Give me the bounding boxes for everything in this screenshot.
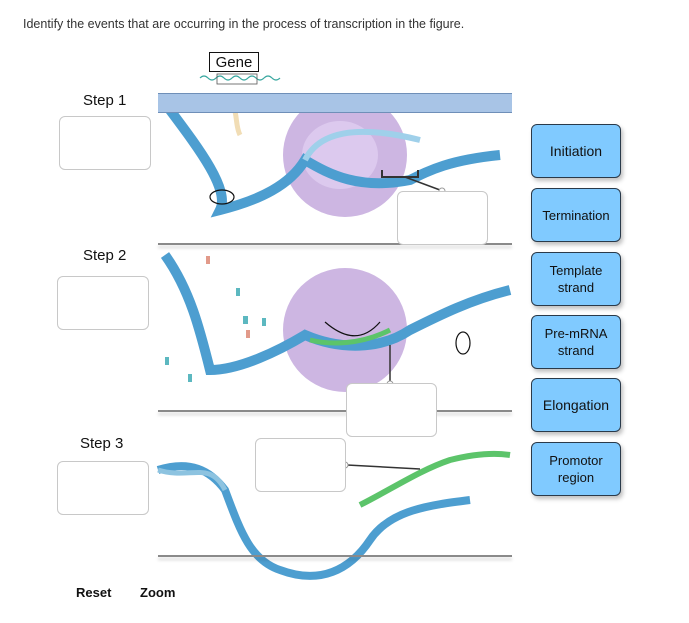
- drop-target-step-3-strand[interactable]: [255, 438, 346, 492]
- gene-label: Gene: [209, 52, 259, 72]
- tile-pre-mrna-strand[interactable]: Pre-mRNA strand: [531, 315, 621, 369]
- tile-initiation[interactable]: Initiation: [531, 124, 621, 178]
- tile-elongation[interactable]: Elongation: [531, 378, 621, 432]
- step2-illustration: [160, 252, 512, 392]
- tile-label: Pre-mRNA strand: [544, 326, 608, 358]
- panel-divider: [158, 555, 512, 557]
- released-mrna-strand: [358, 450, 511, 508]
- tile-label: Termination: [542, 207, 610, 223]
- zoom-button[interactable]: Zoom: [140, 585, 175, 600]
- tile-promotor-region[interactable]: Promotor region: [531, 442, 621, 496]
- tile-template-strand[interactable]: Template strand: [531, 252, 621, 306]
- tile-termination[interactable]: Termination: [531, 188, 621, 242]
- gene-dna-icon: [199, 75, 281, 81]
- drop-target-step-1-bracket[interactable]: [397, 191, 488, 245]
- tile-label: Elongation: [542, 396, 610, 413]
- tile-label: Promotor region: [549, 453, 603, 485]
- step-2-label: Step 2: [83, 247, 127, 264]
- tile-label: Initiation: [549, 142, 603, 159]
- drop-target-step-1[interactable]: [59, 116, 151, 170]
- tile-label: Template strand: [549, 263, 603, 295]
- drop-target-step-3[interactable]: [57, 461, 149, 515]
- drop-target-step-2-strand[interactable]: [346, 383, 437, 437]
- step-3-label: Step 3: [80, 435, 124, 452]
- membrane-band: [158, 93, 512, 113]
- drop-target-step-2[interactable]: [57, 276, 149, 330]
- panel-divider: [158, 410, 512, 412]
- reset-button[interactable]: Reset: [76, 585, 111, 600]
- step-1-label: Step 1: [83, 92, 127, 109]
